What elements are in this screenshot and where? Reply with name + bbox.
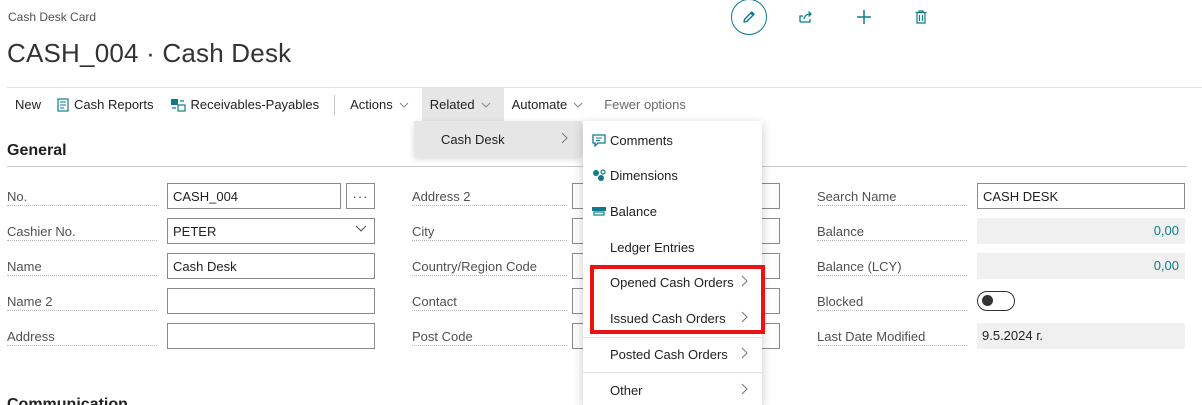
cashier-no-select[interactable]: PETER: [167, 218, 375, 244]
trash-icon: [915, 10, 927, 24]
blocked-toggle[interactable]: [977, 291, 1015, 311]
chevron-down-icon: [573, 102, 583, 108]
address2-label: Address 2: [412, 189, 572, 209]
menu-item-ledger-entries[interactable]: Ledger Entries: [583, 229, 762, 265]
balance-value[interactable]: 0,00: [977, 218, 1185, 244]
new-action[interactable]: New: [7, 88, 49, 122]
menu-item-balance[interactable]: Balance: [583, 193, 762, 229]
related-menu[interactable]: Related: [421, 87, 504, 122]
delete-button[interactable]: [911, 7, 931, 27]
contact-label: Contact: [412, 294, 572, 314]
highlight-box: [590, 265, 765, 334]
actions-menu[interactable]: Actions: [342, 88, 422, 122]
plus-icon: [857, 10, 871, 24]
receivables-icon: [170, 98, 186, 112]
breadcrumb: Cash Desk Card: [8, 10, 97, 24]
country-label: Country/Region Code: [412, 259, 572, 279]
balance-lcy-value[interactable]: 0,00: [977, 253, 1185, 279]
name-field[interactable]: Cash Desk: [167, 253, 375, 279]
address-field[interactable]: [167, 323, 375, 349]
chevron-right-icon: [741, 347, 748, 359]
menu-item-comments[interactable]: Comments: [583, 122, 762, 158]
post-code-label: Post Code: [412, 329, 572, 349]
balance-lcy-label: Balance (LCY): [817, 259, 972, 279]
section-general-title: General: [7, 142, 67, 159]
report-icon: [57, 97, 69, 112]
no-label: No.: [7, 189, 162, 209]
menu-item-posted-cash-orders[interactable]: Posted Cash Orders: [583, 336, 762, 372]
separator: [334, 94, 336, 115]
cash-desk-menu: Comments Dimensions Balance Ledger Entri…: [583, 121, 762, 405]
no-field[interactable]: CASH_004: [167, 183, 341, 209]
balance-label: Balance: [817, 224, 972, 244]
edit-button[interactable]: [731, 0, 767, 35]
search-name-label: Search Name: [817, 189, 972, 209]
menu-item-other[interactable]: Other: [583, 372, 762, 405]
menu-item-dimensions[interactable]: Dimensions: [583, 157, 762, 193]
blocked-label: Blocked: [817, 294, 972, 314]
chevron-right-icon: [561, 132, 568, 144]
automate-menu[interactable]: Automate: [504, 88, 597, 122]
city-label: City: [412, 224, 572, 244]
page-top-actions: [731, 0, 931, 35]
search-name-field[interactable]: CASH DESK: [977, 183, 1185, 209]
chevron-right-icon: [741, 383, 748, 395]
chevron-down-icon: [355, 225, 367, 232]
cashier-no-label: Cashier No.: [7, 224, 162, 244]
action-bar: New Cash Reports Receivables-Payables Ac…: [7, 87, 1202, 122]
page-title: CASH_004 · Cash Desk: [7, 38, 292, 68]
address-label: Address: [7, 329, 162, 349]
related-cash-desk-submenu[interactable]: Cash Desk: [414, 121, 582, 157]
last-modified-value: 9.5.2024 г.: [977, 323, 1185, 349]
dimensions-icon: [593, 169, 606, 181]
name-label: Name: [7, 259, 162, 279]
chevron-down-icon: [481, 102, 490, 108]
pencil-icon: [743, 11, 755, 23]
cash-reports-action[interactable]: Cash Reports: [49, 88, 161, 122]
comment-icon: [592, 134, 606, 147]
chevron-down-icon: [399, 102, 409, 108]
section-communication-title[interactable]: Communication: [7, 396, 128, 405]
share-button[interactable]: [796, 7, 816, 27]
no-assist-button[interactable]: ···: [346, 183, 375, 209]
last-modified-label: Last Date Modified: [817, 329, 972, 349]
share-icon: [799, 11, 812, 23]
new-record-button[interactable]: [854, 7, 874, 27]
name2-field[interactable]: [167, 288, 375, 314]
fewer-options-link[interactable]: Fewer options: [596, 88, 694, 122]
balance-icon: [592, 207, 606, 216]
toggle-knob: [982, 295, 993, 306]
receivables-payables-action[interactable]: Receivables-Payables: [162, 88, 328, 122]
name2-label: Name 2: [7, 294, 162, 314]
